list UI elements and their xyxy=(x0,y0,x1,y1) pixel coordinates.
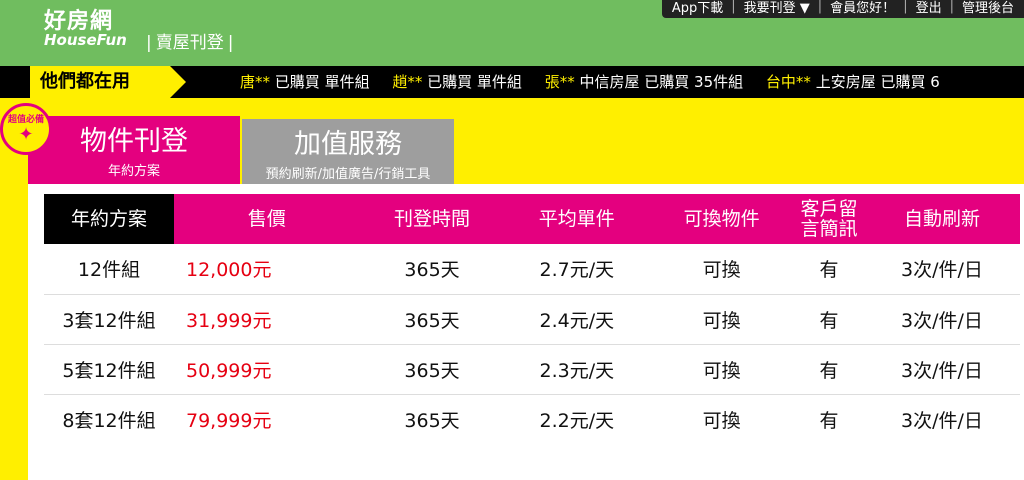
plan-swappable: 可換 xyxy=(649,344,794,395)
plan-avg-cost: 2.2元/天 xyxy=(539,409,615,432)
nav-separator: | xyxy=(949,0,954,14)
ticker-item: 趙** 已購買 單件組 xyxy=(392,73,522,91)
header-customer-message-label: 客戶留言簡訊 xyxy=(800,198,858,240)
plan-duration: 365天 xyxy=(359,294,505,345)
header-plan: 年約方案 xyxy=(44,194,174,244)
divider: | xyxy=(227,33,234,53)
plan-duration: 365天 xyxy=(359,244,505,295)
divider: | xyxy=(146,33,152,53)
nav-separator: | xyxy=(731,0,736,14)
ticker-text: 上安房屋 已購買 6 xyxy=(815,73,940,91)
tab-listing-title: 物件刊登 xyxy=(80,126,188,157)
housefun-logo[interactable]: 好房網 HouseFun xyxy=(44,9,127,49)
header-auto-refresh: 自動刷新 xyxy=(863,194,1020,244)
plan-price: 50,999元 xyxy=(174,344,360,395)
plan-message-sms: 有 xyxy=(793,244,864,295)
nav-separator: | xyxy=(817,0,823,14)
table-row: 5套12件組 50,999元 365天 2.3元/天 可換 有 3次/件/日 xyxy=(44,344,1020,395)
header-avg-per-item: 平均單件 xyxy=(504,194,650,244)
ticker-label: 他們都在用 xyxy=(30,66,186,98)
plan-avg-cost: 2.4元/天 xyxy=(504,294,650,345)
cheering-person-icon: ✦ xyxy=(18,124,34,145)
logo-chinese: 好房網 xyxy=(44,9,114,34)
ticker-item: 唐** 已購買 單件組 xyxy=(240,73,370,91)
header-duration: 刊登時間 xyxy=(359,194,505,244)
top-nav: App下載 | 我要刊登 ▼ | 會員您好！ | 登出 | 管理後台 xyxy=(661,0,1024,18)
admin-link[interactable]: 管理後台 xyxy=(962,0,1014,16)
publish-dropdown[interactable]: 我要刊登 ▼ xyxy=(744,0,810,16)
ticker-text: 中信房屋 已購買 35件組 xyxy=(579,73,744,91)
plan-avg-cost: 2.3元/天 xyxy=(504,344,650,395)
table-header-row: 年約方案 售價 刊登時間 平均單件 可換物件 客戶留言簡訊 自動刷新 xyxy=(44,194,1020,244)
plan-auto-refresh: 3次/件/日 xyxy=(863,294,1020,345)
tab-value-added-title: 加值服務 xyxy=(294,129,402,160)
ticker-text: 已購買 單件組 xyxy=(427,73,522,91)
ticker-buyer: 台中** xyxy=(765,73,811,91)
plan-auto-refresh: 3次/件/日 xyxy=(901,409,983,432)
ticker-item: 張** 中信房屋 已購買 35件組 xyxy=(545,73,743,91)
table-row: 3套12件組 31,999元 365天 2.4元/天 可換 有 3次/件/日 xyxy=(44,294,1020,345)
plan-message-sms: 有 xyxy=(819,409,839,432)
logo-english: HouseFun xyxy=(44,31,127,49)
nav-separator: | xyxy=(903,0,908,14)
section-title: | 賣屋刊登 | xyxy=(142,28,237,53)
header-customer-message-sms: 客戶留言簡訊 xyxy=(793,194,864,244)
plan-swappable: 可換 xyxy=(702,409,741,432)
plan-name: 3套12件組 xyxy=(44,294,174,345)
ticker-text: 已購買 單件組 xyxy=(274,73,370,91)
purchase-ticker: 他們都在用 唐** 已購買 單件組 趙** 已購買 單件組 張** 中信房屋 已… xyxy=(0,66,1024,98)
plan-swappable: 可換 xyxy=(649,294,794,345)
site-header: 好房網 HouseFun | 賣屋刊登 | App下載 | 我要刊登 ▼ | 會員您… xyxy=(0,0,1024,66)
plan-auto-refresh: 3次/件/日 xyxy=(863,244,1020,295)
ticker-buyer: 唐** xyxy=(240,73,271,91)
plan-message-sms: 有 xyxy=(793,294,864,345)
plan-avg-cost: 2.7元/天 xyxy=(504,244,650,295)
plan-auto-refresh: 3次/件/日 xyxy=(863,344,1020,395)
plan-name: 12件組 xyxy=(44,244,174,295)
app-download-link[interactable]: App下載 xyxy=(672,0,723,16)
plan-price: 79,999元 xyxy=(186,409,272,432)
pricing-panel: 年約方案 售價 刊登時間 平均單件 可換物件 客戶留言簡訊 自動刷新 12件組 … xyxy=(28,184,1024,480)
tab-value-added-subtitle: 預約刷新/加值廣告/行銷工具 xyxy=(265,167,431,182)
ticker-buyer: 趙** xyxy=(392,73,423,91)
ticker-items: 唐** 已購買 單件組 趙** 已購買 單件組 張** 中信房屋 已購買 35件… xyxy=(240,66,974,98)
ticker-item: 台中** 上安房屋 已購買 6 xyxy=(766,73,940,91)
plan-message-sms: 有 xyxy=(793,344,864,395)
plan-price: 31,999元 xyxy=(174,294,360,345)
plan-duration: 365天 xyxy=(404,409,460,432)
section-title-text: 賣屋刊登 xyxy=(155,33,224,53)
header-swappable: 可換物件 xyxy=(649,194,794,244)
plan-name: 5套12件組 xyxy=(44,344,174,395)
plan-duration: 365天 xyxy=(359,344,505,395)
logout-link[interactable]: 登出 xyxy=(916,0,942,16)
plan-name: 8套12件組 xyxy=(62,409,156,432)
tab-listing[interactable]: 物件刊登 年約方案 xyxy=(28,116,240,192)
value-badge: 超值必備 ✦ xyxy=(0,103,52,155)
ticker-buyer: 張** xyxy=(544,73,575,91)
member-greeting: 會員您好！ xyxy=(830,0,896,16)
pricing-table: 年約方案 售價 刊登時間 平均單件 可換物件 客戶留言簡訊 自動刷新 12件組 … xyxy=(44,194,1020,444)
plan-swappable: 可換 xyxy=(649,244,794,295)
plan-price: 12,000元 xyxy=(174,244,360,295)
table-row: 8套12件組 79,999元 365天 2.2元/天 可換 有 3次/件/日 xyxy=(44,394,1020,444)
tab-listing-subtitle: 年約方案 xyxy=(107,164,160,179)
tab-value-added[interactable]: 加值服務 預約刷新/加值廣告/行銷工具 xyxy=(242,119,454,184)
header-price: 售價 xyxy=(174,194,360,244)
table-row: 12件組 12,000元 365天 2.7元/天 可換 有 3次/件/日 xyxy=(44,244,1020,295)
